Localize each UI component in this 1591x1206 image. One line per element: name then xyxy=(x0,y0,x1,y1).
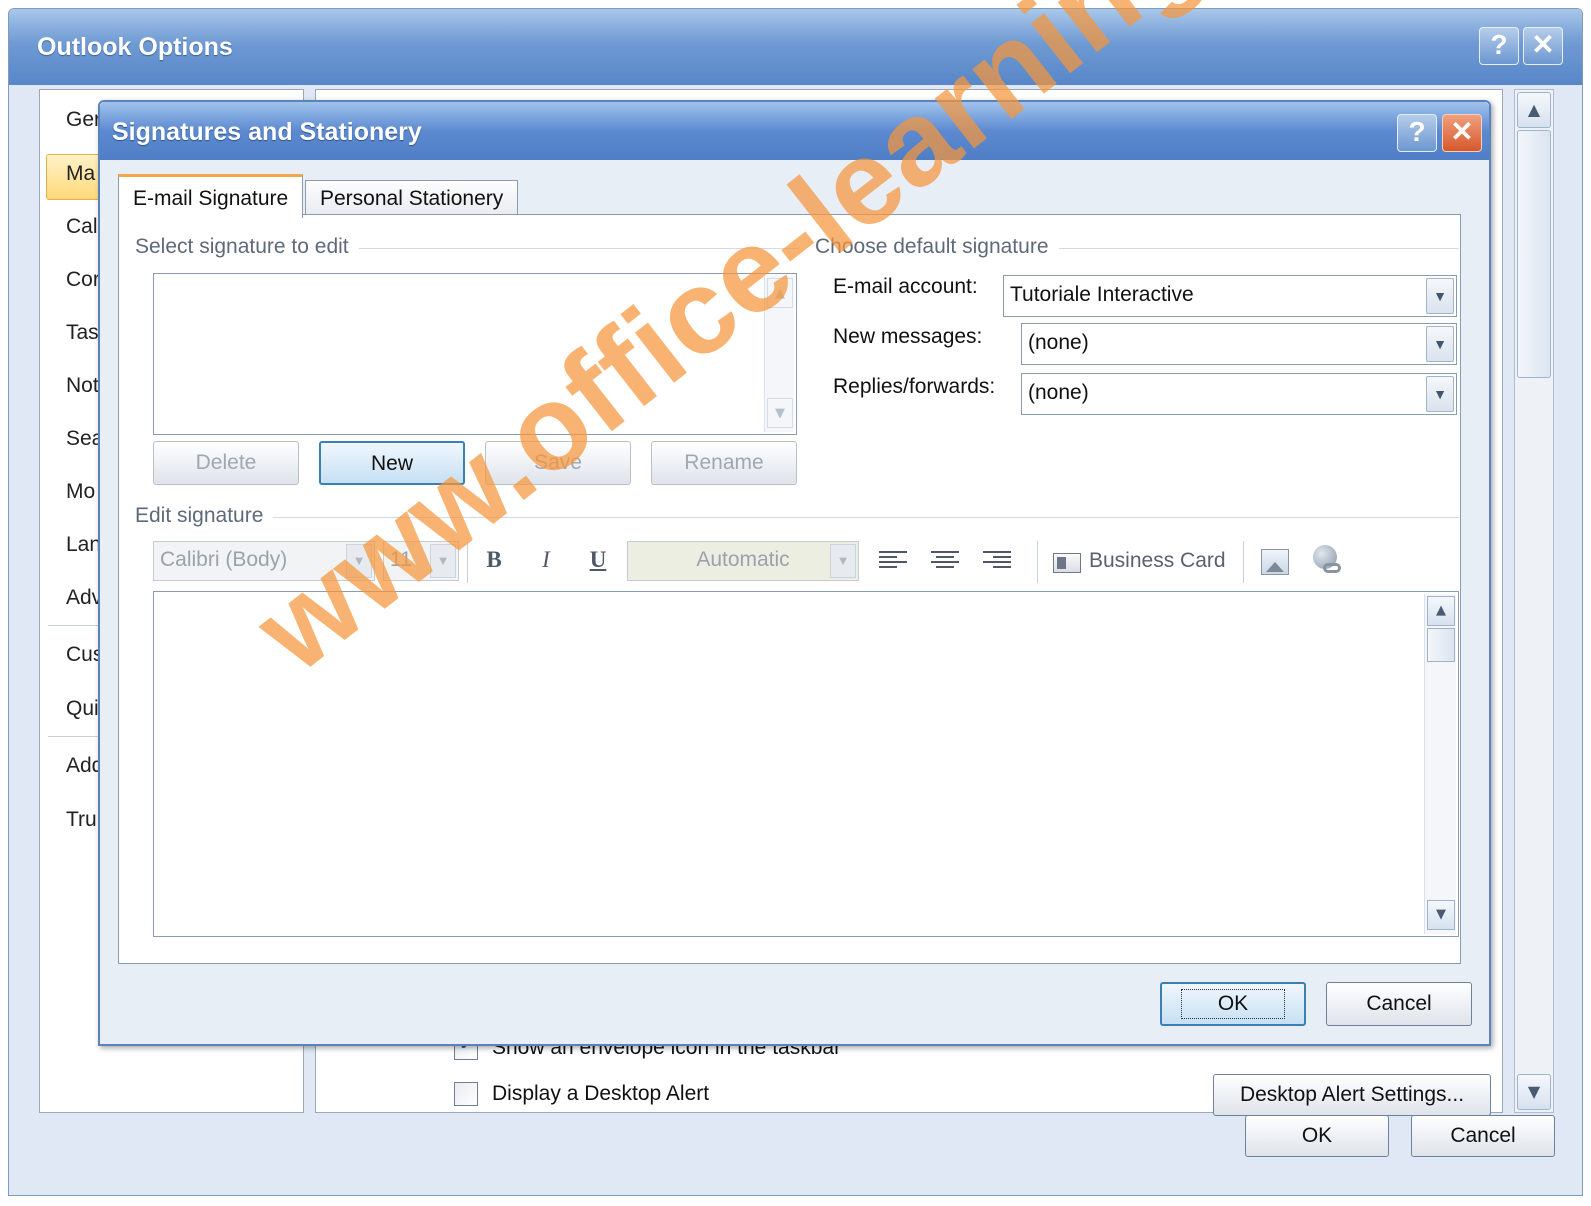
tab-email-signature[interactable]: E-mail Signature xyxy=(118,174,304,218)
business-card-button[interactable]: Business Card xyxy=(1089,549,1226,573)
nav-item-mail[interactable]: Ma xyxy=(66,162,95,186)
signature-editor-scrollbar[interactable]: ▲ ▼ xyxy=(1424,594,1456,934)
align-left-icon[interactable] xyxy=(879,551,907,573)
outer-window-title: Outlook Options xyxy=(37,33,233,61)
dialog-title: Signatures and Stationery xyxy=(112,118,422,146)
replies-forwards-label: Replies/forwards: xyxy=(833,375,996,398)
nav-item-general[interactable]: Ger xyxy=(66,108,101,132)
outer-vertical-scrollbar[interactable]: ▲ ▼ xyxy=(1514,89,1554,1113)
dialog-ok-button[interactable]: OK xyxy=(1160,982,1306,1026)
dialog-ok-label: OK xyxy=(1180,989,1286,1019)
nav-item-contacts[interactable]: Cor xyxy=(66,268,100,292)
italic-button[interactable]: I xyxy=(531,547,561,573)
font-value: Calibri (Body) xyxy=(160,548,288,571)
new-messages-value: (none) xyxy=(1028,331,1089,354)
group-divider xyxy=(1059,248,1459,249)
save-button[interactable]: Save xyxy=(485,441,631,485)
align-center-icon[interactable] xyxy=(931,551,959,573)
new-button[interactable]: New xyxy=(319,441,465,485)
delete-button[interactable]: Delete xyxy=(153,441,299,485)
edit-signature-group-label: Edit signature xyxy=(135,504,274,528)
insert-picture-icon[interactable] xyxy=(1261,549,1289,575)
chevron-down-icon[interactable]: ▼ xyxy=(346,544,372,578)
replies-forwards-value: (none) xyxy=(1028,381,1089,404)
desktop-alert-checkbox[interactable] xyxy=(454,1082,478,1106)
new-messages-label: New messages: xyxy=(833,325,983,348)
chevron-down-icon[interactable]: ▼ xyxy=(430,544,456,578)
hyperlink-icon[interactable] xyxy=(1311,545,1343,577)
signature-list[interactable]: ▲ ▼ xyxy=(153,273,797,435)
group-divider xyxy=(359,248,799,249)
chevron-down-icon[interactable]: ▼ xyxy=(1426,326,1454,362)
align-right-icon[interactable] xyxy=(983,551,1011,573)
signatures-dialog: Signatures and Stationery ? ✕ E-mail Sig… xyxy=(98,100,1491,1046)
font-color-select[interactable]: Automatic ▼ xyxy=(627,541,859,581)
nav-item-language[interactable]: Lan xyxy=(66,533,101,557)
scroll-up-icon[interactable]: ▲ xyxy=(1427,596,1455,626)
dialog-title-bar: Signatures and Stationery ? ✕ xyxy=(100,102,1489,160)
outer-ok-button[interactable]: OK xyxy=(1245,1115,1389,1157)
dialog-close-button[interactable]: ✕ xyxy=(1442,114,1482,152)
outer-cancel-button[interactable]: Cancel xyxy=(1411,1115,1555,1157)
chevron-down-icon[interactable]: ▼ xyxy=(1426,278,1454,314)
toolbar-separator xyxy=(467,541,468,583)
desktop-alert-settings-button[interactable]: Desktop Alert Settings... xyxy=(1213,1074,1491,1116)
nav-item-notes[interactable]: Not xyxy=(66,374,99,398)
nav-item-tasks[interactable]: Tas xyxy=(66,321,99,345)
group-divider xyxy=(269,517,1459,518)
scroll-thumb[interactable] xyxy=(1517,130,1551,378)
signature-list-scrollbar[interactable]: ▲ ▼ xyxy=(764,276,794,432)
outer-help-button[interactable]: ? xyxy=(1479,27,1519,65)
scroll-up-icon[interactable]: ▲ xyxy=(1517,92,1551,128)
nav-item-trust-center[interactable]: Tru xyxy=(66,808,97,832)
scroll-thumb[interactable] xyxy=(1427,628,1455,662)
email-account-select[interactable]: Tutoriale Interactive ▼ xyxy=(1003,275,1457,317)
desktop-alert-label: Display a Desktop Alert xyxy=(492,1082,710,1105)
new-messages-select[interactable]: (none) ▼ xyxy=(1021,323,1457,365)
replies-forwards-select[interactable]: (none) ▼ xyxy=(1021,373,1457,415)
chevron-down-icon[interactable]: ▼ xyxy=(1426,376,1454,412)
scroll-down-icon[interactable]: ▼ xyxy=(1517,1074,1551,1110)
scroll-up-icon[interactable]: ▲ xyxy=(767,278,793,308)
scroll-down-icon[interactable]: ▼ xyxy=(767,398,793,428)
toolbar-separator xyxy=(1037,541,1038,583)
email-account-value: Tutoriale Interactive xyxy=(1010,283,1194,306)
nav-item-quick-access[interactable]: Qui xyxy=(66,697,99,721)
business-card-icon xyxy=(1053,553,1081,573)
outer-close-button[interactable]: ✕ xyxy=(1523,27,1563,65)
nav-item-mobile[interactable]: Mo xyxy=(66,480,95,504)
nav-item-calendar[interactable]: Cal xyxy=(66,215,98,239)
tab-personal-stationery[interactable]: Personal Stationery xyxy=(305,180,519,216)
underline-button[interactable]: U xyxy=(583,547,613,573)
outer-title-bar: Outlook Options ? ✕ xyxy=(9,9,1582,85)
email-signature-panel: Select signature to edit ▲ ▼ Delete New … xyxy=(118,214,1461,964)
scroll-down-icon[interactable]: ▼ xyxy=(1427,900,1455,930)
nav-item-advanced[interactable]: Adv xyxy=(66,586,102,610)
dialog-help-button[interactable]: ? xyxy=(1397,114,1437,152)
font-select[interactable]: Calibri (Body) ▼ xyxy=(153,541,375,581)
font-size-select[interactable]: 11 ▼ xyxy=(383,541,459,581)
font-color-value: Automatic xyxy=(696,548,790,571)
email-account-label: E-mail account: xyxy=(833,275,978,298)
select-signature-group-label: Select signature to edit xyxy=(135,235,359,259)
chevron-down-icon[interactable]: ▼ xyxy=(830,544,856,578)
toolbar-separator xyxy=(1243,541,1244,583)
dialog-cancel-button[interactable]: Cancel xyxy=(1326,982,1472,1026)
signature-editor[interactable]: ▲ ▼ xyxy=(153,591,1459,937)
font-size-value: 11 xyxy=(390,548,412,571)
bold-button[interactable]: B xyxy=(479,547,509,573)
default-signature-group-label: Choose default signature xyxy=(815,235,1059,259)
rename-button[interactable]: Rename xyxy=(651,441,797,485)
